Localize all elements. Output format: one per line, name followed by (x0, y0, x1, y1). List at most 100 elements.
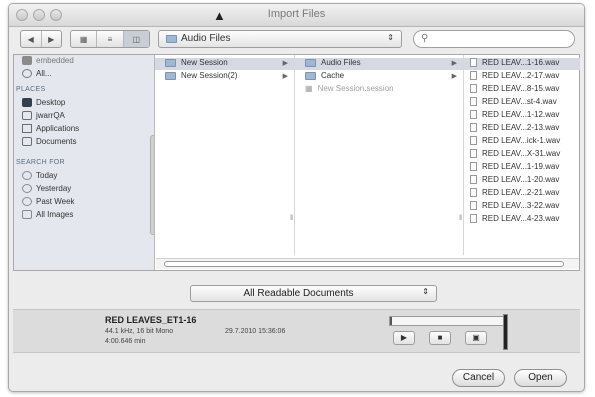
volume-slider[interactable] (503, 314, 508, 350)
column-sessions: New Session ▶ New Session(2) ▶ ‖ (155, 55, 295, 255)
audio-file-icon (470, 84, 477, 94)
forward-button[interactable]: ▶ (42, 31, 62, 47)
list-item[interactable]: Audio Files ▶ (295, 58, 463, 70)
file-browser: embedded All... PLACES Desktop jwarrQA A… (13, 54, 580, 271)
list-item[interactable]: RED LEAV...3-22.wav (464, 201, 580, 213)
location-label: Audio Files (181, 33, 231, 44)
list-item[interactable]: RED LEAV...2-21.wav (464, 188, 580, 200)
column-resize-handle[interactable]: ‖ (459, 215, 462, 222)
loop-button[interactable]: ▣ (465, 331, 487, 345)
column-view-button[interactable]: ◫ (123, 31, 149, 47)
loop-icon: ▣ (472, 333, 480, 342)
list-item[interactable]: Cache ▶ (295, 71, 463, 83)
documents-icon (22, 137, 32, 147)
disclosure-arrow-icon: ▶ (451, 60, 457, 67)
view-mode-buttons: ▦ ≡ ◫ (70, 30, 150, 48)
sidebar: embedded All... PLACES Desktop jwarrQA A… (14, 55, 155, 270)
back-button[interactable]: ◀ (21, 31, 42, 47)
play-icon: ▶ (400, 333, 408, 342)
audio-file-icon (470, 162, 477, 172)
search-field[interactable]: ⚲ (413, 30, 575, 48)
network-icon (22, 69, 32, 79)
cancel-button[interactable]: Cancel (452, 369, 505, 387)
back-forward-buttons: ◀ ▶ (20, 30, 62, 48)
audio-file-icon (470, 175, 477, 185)
sidebar-item-home[interactable]: jwarrQA (22, 111, 65, 121)
stop-button[interactable]: ■ (429, 331, 451, 345)
sidebar-item-all[interactable]: All... (22, 69, 52, 79)
lower-panel: All Readable Documents ⇕ RED LEAVES_ET1-… (9, 272, 584, 391)
list-item[interactable]: ▦ New Session.session (295, 84, 463, 96)
list-item[interactable]: RED LEAV...2-17.wav (464, 71, 580, 83)
audio-file-icon (470, 214, 477, 224)
audio-file-icon (470, 123, 477, 133)
sidebar-item-past-week[interactable]: Past Week (22, 197, 75, 207)
sidebar-item-yesterday[interactable]: Yesterday (22, 184, 71, 194)
applications-icon (22, 124, 32, 134)
sidebar-item-desktop[interactable]: Desktop (22, 98, 65, 108)
open-button[interactable]: Open (514, 369, 567, 387)
audio-file-icon (470, 97, 477, 107)
sidebar-item-applications[interactable]: Applications (22, 124, 79, 134)
audio-file-icon (470, 201, 477, 211)
audio-preview-panel: RED LEAVES_ET1-16 44.1 kHz, 16 bit Mono … (13, 309, 580, 353)
title-bar[interactable]: Import Files ▲ (9, 4, 584, 27)
list-item[interactable]: RED LEAV...st-4.wav (464, 97, 580, 109)
sidebar-item-embedded[interactable]: embedded (22, 56, 74, 66)
list-item[interactable]: RED LEAV...1-19.wav (464, 162, 580, 174)
list-item[interactable]: New Session(2) ▶ (155, 71, 294, 83)
folder-icon (165, 71, 176, 80)
list-item[interactable]: New Session ▶ (155, 58, 294, 70)
file-type-popup[interactable]: All Readable Documents ⇕ (190, 285, 437, 302)
column-resize-handle[interactable]: ‖ (290, 215, 293, 222)
playhead[interactable] (390, 317, 392, 325)
playback-position-bar[interactable] (389, 316, 505, 326)
updown-arrows-icon: ⇕ (387, 33, 394, 42)
preview-date: 29.7.2010 15:36:06 (225, 328, 286, 335)
preview-duration: 4:00.646 min (105, 338, 146, 345)
places-header: PLACES (16, 86, 46, 93)
list-icon: ≡ (107, 34, 113, 44)
list-item[interactable]: RED LEAV...ick-1.wav (464, 136, 580, 148)
home-icon (22, 111, 32, 121)
list-item[interactable]: RED LEAV...1-20.wav (464, 175, 580, 187)
file-type-label: All Readable Documents (243, 288, 354, 299)
list-item[interactable]: RED LEAV...1-16.wav (464, 58, 580, 70)
sidebar-item-all-images[interactable]: All Images (22, 210, 73, 220)
icon-view-button[interactable]: ▦ (71, 31, 98, 47)
columns-icon: ◫ (132, 34, 141, 44)
audio-file-icon (470, 110, 477, 120)
list-item[interactable]: RED LEAV...8-15.wav (464, 84, 580, 96)
sidebar-item-documents[interactable]: Documents (22, 137, 76, 147)
play-button[interactable]: ▶ (393, 331, 415, 345)
preview-file-name: RED LEAVES_ET1-16 (105, 315, 197, 325)
horizontal-scrollbar[interactable] (156, 258, 579, 269)
list-item[interactable]: RED LEAV...4-23.wav (464, 214, 580, 226)
audio-file-icon (470, 188, 477, 198)
grid-icon: ▦ (79, 34, 88, 44)
location-popup[interactable]: Audio Files ⇕ (158, 30, 402, 48)
preview-format: 44.1 kHz, 16 bit Mono (105, 328, 174, 335)
folder-icon (305, 71, 316, 80)
import-files-dialog: Import Files ▲ ◀ ▶ ▦ ≡ ◫ Audio Files ⇕ ⚲… (8, 3, 585, 392)
sidebar-item-today[interactable]: Today (22, 171, 57, 181)
scrollbar-thumb[interactable] (164, 261, 564, 267)
folder-icon (165, 58, 176, 67)
session-file-icon: ▦ (305, 84, 313, 93)
desktop-icon (22, 98, 32, 108)
search-icon: ⚲ (421, 33, 429, 44)
column-session-contents: Audio Files ▶ Cache ▶ ▦ New Session.sessi… (295, 55, 464, 255)
search-for-header: SEARCH FOR (16, 159, 65, 166)
mouse-pointer-icon: ▲ (213, 8, 226, 23)
audio-file-icon (470, 149, 477, 159)
list-view-button[interactable]: ≡ (97, 31, 124, 47)
drive-icon (22, 56, 32, 66)
clock-icon (22, 184, 32, 194)
clock-icon (22, 197, 32, 207)
list-item[interactable]: RED LEAV...X-31.wav (464, 149, 580, 161)
clock-icon (22, 171, 32, 181)
list-item[interactable]: RED LEAV...1-12.wav (464, 110, 580, 122)
audio-file-icon (470, 71, 477, 81)
window-title: Import Files (267, 8, 326, 20)
list-item[interactable]: RED LEAV...2-13.wav (464, 123, 580, 135)
